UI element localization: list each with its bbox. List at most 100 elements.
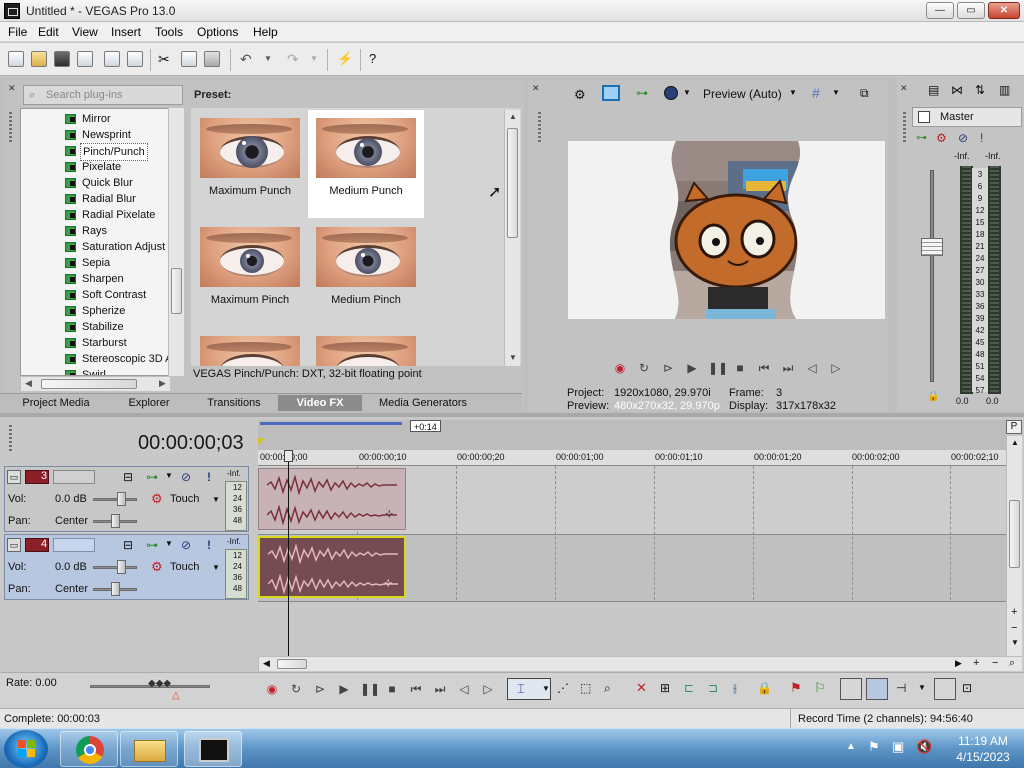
enable-snapping-icon[interactable]: ⚡ — [337, 51, 353, 67]
volume-muted-icon[interactable]: 🔇 — [916, 739, 932, 755]
playhead-handle[interactable] — [284, 450, 293, 462]
snapping-icon[interactable]: ⊣ — [896, 681, 906, 695]
undo-dropdown-icon[interactable]: ▼ — [264, 51, 274, 67]
previous-frame-icon[interactable]: ◁ — [804, 360, 820, 376]
timeline-hscrollbar[interactable]: ◀ ▶ + − ⌕ — [258, 656, 1022, 671]
start-button[interactable] — [4, 730, 48, 768]
list-item[interactable]: Soft Contrast — [21, 287, 169, 303]
pan-envelope-icon[interactable]: ⊹ — [385, 509, 393, 520]
list-item[interactable]: Stabilize — [21, 319, 169, 335]
close-panel-icon[interactable]: ✕ — [900, 83, 908, 94]
automation-mode[interactable]: Touch — [170, 493, 199, 505]
whats-this-help-icon[interactable]: ? — [369, 51, 385, 67]
insert-marker-icon[interactable]: ⚑ — [790, 680, 802, 696]
playhead-cursor[interactable] — [288, 452, 289, 656]
ripple-options-icon[interactable]: ⊡ — [962, 681, 972, 695]
auto-crossfade-button[interactable] — [866, 678, 888, 700]
automation-gear-icon[interactable]: ⚙ — [151, 559, 163, 575]
loop-playback-icon[interactable]: ↻ — [288, 681, 304, 697]
lock-events-icon[interactable]: 🔒 — [757, 681, 772, 695]
solo-icon[interactable]: ! — [207, 538, 211, 552]
time-ruler[interactable]: 00:00:00;00 00:00:00;10 00:00:00;20 00:0… — [258, 450, 1006, 466]
menu-tools[interactable]: Tools — [155, 25, 183, 39]
panel-grip[interactable] — [9, 112, 12, 142]
pan-slider-handle[interactable] — [111, 514, 120, 528]
scrollbar-thumb[interactable] — [41, 379, 137, 389]
master-solo-icon[interactable]: ! — [980, 131, 983, 145]
zoom-out-vertical-icon[interactable]: − — [1011, 622, 1017, 634]
panel-grip[interactable] — [903, 112, 906, 142]
menu-file[interactable]: File — [8, 25, 27, 39]
zoom-edit-tool-icon[interactable]: ⌕ — [604, 681, 611, 696]
audio-clip-track-3[interactable]: ⊹ — [258, 468, 406, 530]
auto-ripple-button[interactable] — [934, 678, 956, 700]
mixer-properties-icon[interactable]: ▤ — [928, 83, 939, 97]
list-item-selected[interactable]: Pinch/Punch — [21, 143, 169, 161]
delete-icon[interactable]: ✕ — [636, 680, 647, 696]
tab-project-media[interactable]: Project Media — [14, 395, 98, 411]
undo-icon[interactable]: ↶ — [240, 51, 256, 67]
zoom-in-vertical-icon[interactable]: + — [1011, 606, 1017, 618]
play-from-start-icon[interactable]: ⊳ — [312, 681, 328, 697]
master-automation-icon[interactable]: ⚙ — [936, 131, 947, 145]
volume-slider-handle[interactable] — [117, 560, 126, 574]
timeline-grip[interactable] — [9, 425, 12, 451]
dock-splitter[interactable] — [0, 413, 1024, 417]
selection-edit-tool-icon[interactable]: ⬚ — [580, 681, 591, 695]
list-item[interactable]: Stereoscopic 3D A — [21, 351, 169, 367]
track-name-field[interactable] — [53, 538, 95, 552]
stop-icon[interactable]: ■ — [732, 360, 748, 376]
scroll-down-icon[interactable]: ▼ — [1011, 638, 1019, 647]
master-fader-track[interactable] — [930, 170, 934, 382]
loop-playback-icon[interactable]: ↻ — [636, 360, 652, 376]
preset-medium-pinch[interactable]: Medium Pinch — [308, 219, 424, 327]
master-mute-icon[interactable]: ⊘ — [958, 131, 968, 145]
marker-bar[interactable]: +0:14 ◤ — [258, 420, 1006, 450]
save-as-icon[interactable] — [77, 51, 93, 67]
dropdown-arrow-icon[interactable]: ▼ — [212, 495, 220, 504]
trim-start-icon[interactable]: ⊏ — [684, 681, 694, 695]
preset-scrollbar[interactable]: ▲ ▼ — [504, 110, 520, 366]
plugin-search-box[interactable]: ⌕ Search plug-ins — [23, 85, 183, 105]
dim-output-icon[interactable]: ⇅ — [975, 83, 985, 97]
split-icon[interactable]: ⫲ — [733, 681, 737, 696]
track-fx-icon[interactable]: ⊶ — [146, 538, 158, 552]
scroll-right-icon[interactable]: ▶ — [159, 378, 166, 389]
minimize-track-icon[interactable]: ▭ — [7, 470, 21, 484]
play-icon[interactable]: ▶ — [336, 681, 352, 697]
project-properties-icon[interactable]: ⚙ — [574, 87, 586, 103]
cut-icon[interactable]: ✂ — [158, 51, 174, 67]
go-to-end-icon[interactable]: ⏭ — [432, 681, 448, 697]
search-input[interactable]: Search plug-ins — [46, 89, 122, 101]
tab-transitions[interactable]: Transitions — [196, 395, 272, 411]
tab-explorer[interactable]: Explorer — [110, 395, 188, 411]
play-from-start-icon[interactable]: ⊳ — [660, 360, 676, 376]
copy-icon[interactable] — [181, 51, 197, 67]
region-flag-icon[interactable]: P — [1006, 420, 1022, 434]
preview-quality-dropdown[interactable]: Preview (Auto) — [703, 87, 782, 101]
lock-icon[interactable]: 🔒 — [927, 391, 939, 402]
menu-view[interactable]: View — [72, 25, 98, 39]
taskbar-chrome-button[interactable] — [60, 731, 118, 767]
render-as-icon[interactable] — [104, 51, 120, 67]
preset-thumbnail-partial[interactable] — [308, 328, 424, 366]
list-item[interactable]: Radial Blur — [21, 191, 169, 207]
volume-slider-handle[interactable] — [117, 492, 126, 506]
record-icon[interactable]: ◉ — [264, 681, 280, 697]
mute-icon[interactable]: ⊘ — [181, 538, 191, 552]
dropdown-arrow-icon[interactable]: ▼ — [212, 563, 220, 572]
taskbar-explorer-button[interactable] — [120, 731, 178, 767]
list-item[interactable]: Quick Blur — [21, 175, 169, 191]
dropdown-arrow-icon[interactable]: ▼ — [542, 684, 550, 693]
panel-grip[interactable] — [538, 112, 541, 142]
open-folder-icon[interactable] — [31, 51, 47, 67]
scroll-down-icon[interactable]: ▼ — [509, 353, 517, 362]
close-panel-icon[interactable]: ✕ — [8, 83, 16, 94]
external-monitor-icon[interactable] — [602, 85, 620, 101]
mute-icon[interactable]: ⊘ — [181, 470, 191, 484]
list-item[interactable]: Swirl — [21, 367, 169, 375]
scrollbar-thumb[interactable] — [1009, 500, 1020, 568]
master-fader-handle[interactable] — [921, 238, 943, 256]
scrollbar-thumb[interactable] — [277, 659, 307, 669]
dropdown-arrow-icon[interactable]: ▼ — [832, 88, 840, 97]
